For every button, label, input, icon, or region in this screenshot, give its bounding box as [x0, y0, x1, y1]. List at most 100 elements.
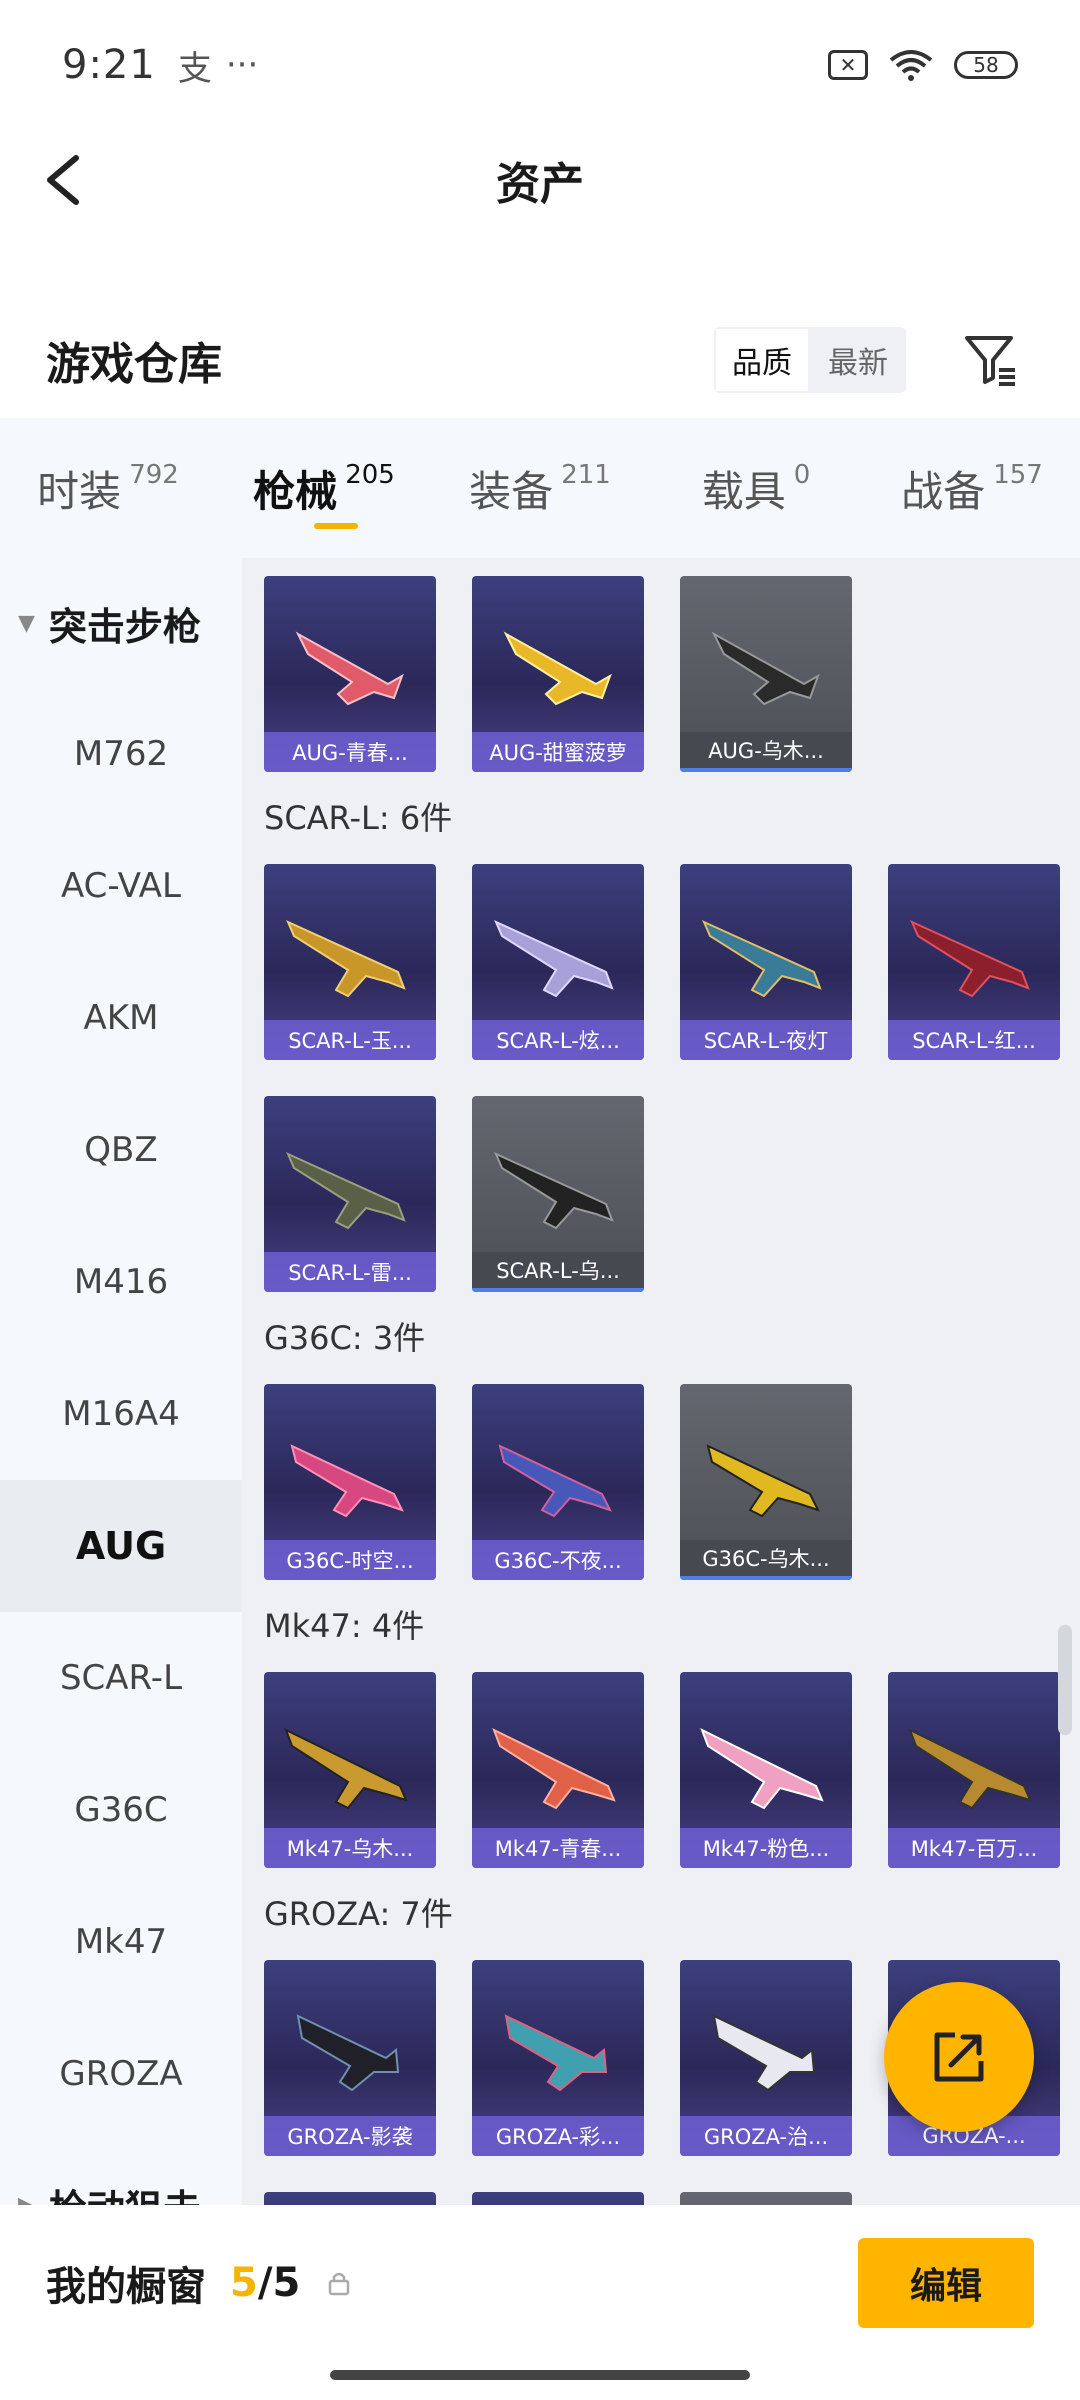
tab-count: 157 [993, 460, 1043, 490]
sidebar-item-aug[interactable]: AUG [0, 1480, 242, 1612]
filter-button[interactable] [958, 327, 1024, 393]
page-title: 资产 [496, 159, 584, 210]
edit-button[interactable]: 编辑 [858, 2237, 1034, 2328]
item-card[interactable]: SCAR-L-红... [888, 864, 1060, 1060]
item-card[interactable]: Mk47-青春... [472, 1672, 644, 1868]
item-card[interactable]: G36C-时空... [264, 1384, 436, 1580]
share-button[interactable] [884, 1982, 1034, 2132]
tab-count: 0 [793, 460, 811, 490]
item-card[interactable]: SCAR-L-夜灯 [680, 864, 852, 1060]
rifle-icon [504, 2014, 608, 2092]
sidebar-item-m416[interactable]: M416 [0, 1216, 242, 1348]
back-arrow-icon[interactable] [36, 150, 96, 210]
item-name: Mk47-粉色... [680, 1828, 852, 1868]
tab-count: 792 [129, 460, 179, 490]
sidebar-item-scar-l[interactable]: SCAR-L [0, 1612, 242, 1744]
rifle-icon [910, 920, 1030, 998]
section-label-groza: GROZA: 7件 [264, 1895, 453, 1933]
sort-toggle: 品质 最新 [714, 327, 906, 393]
sidebar-item-groza[interactable]: GROZA [0, 2008, 242, 2140]
chevron-down-icon: ▼ [18, 610, 35, 636]
item-name: GROZA-彩... [472, 2116, 644, 2156]
sidebar-item-qbz[interactable]: QBZ [0, 1084, 242, 1216]
item-name: SCAR-L-雷... [264, 1252, 436, 1292]
item-card[interactable]: AUG-青春... [264, 576, 436, 772]
weapon-type-sidebar: ▼ 突击步枪 M762 AC-VAL AKM QBZ M416 M16A4 AU… [0, 558, 242, 2208]
filter-icon [965, 336, 1015, 386]
tab-count: 205 [345, 460, 395, 490]
item-card[interactable]: Mk47-百万... [888, 1672, 1060, 1868]
item-name: AUG-乌木... [680, 732, 852, 772]
item-card[interactable]: G36C-不夜... [472, 1384, 644, 1580]
item-card[interactable]: GROZA-彩... [472, 1960, 644, 2156]
item-name: Mk47-青春... [472, 1828, 644, 1868]
tab-label: 装备 [469, 467, 554, 516]
scar-grid: SCAR-L-玉... SCAR-L-炫... SCAR-L-夜灯 SCAR-L… [242, 864, 1080, 1292]
rifle-icon [492, 1727, 616, 1810]
item-grid-area: AUG-青春... AUG-甜蜜菠萝 AUG-乌木... SCAR-L: 6件 … [242, 558, 1080, 2208]
rifle-icon [908, 1727, 1032, 1810]
item-name: SCAR-L-夜灯 [680, 1020, 852, 1060]
rifle-icon [494, 920, 614, 998]
top-header: 资产 [0, 130, 1080, 230]
rifle-icon [702, 920, 822, 998]
item-name: Mk47-乌木... [264, 1828, 436, 1868]
item-card[interactable]: GROZA-治... [680, 1960, 852, 2156]
rifle-icon [290, 1444, 404, 1518]
sidebar-item-ac-val[interactable]: AC-VAL [0, 820, 242, 952]
item-card[interactable]: AUG-乌木... [680, 576, 852, 772]
showcase-total: 5 [272, 2259, 301, 2306]
sidebar-group-label: 突击步枪 [48, 604, 201, 649]
rifle-icon [706, 1444, 820, 1518]
tab-count: 211 [561, 460, 611, 490]
item-name: GROZA-影袭 [264, 2116, 436, 2156]
tab-firearms[interactable]: 枪械 205 [216, 418, 432, 558]
sidebar-item-m762[interactable]: M762 [0, 688, 242, 820]
showcase-count: 5/5 [230, 2260, 300, 2306]
item-card[interactable]: SCAR-L-乌... [472, 1096, 644, 1292]
item-card[interactable]: Mk47-粉色... [680, 1672, 852, 1868]
item-card[interactable]: SCAR-L-炫... [472, 864, 644, 1060]
tab-outfits[interactable]: 时装 792 [0, 418, 216, 558]
status-time: 9:21 [62, 42, 156, 88]
more-notifications-icon: ··· [225, 45, 259, 85]
section-label-scar-l: SCAR-L: 6件 [264, 799, 453, 837]
category-tabs: 时装 792 枪械 205 装备 211 载具 0 战备 157 [0, 418, 1080, 558]
item-card[interactable]: SCAR-L-雷... [264, 1096, 436, 1292]
status-bar: 9:21 支 ··· ✕ 58 [0, 0, 1080, 130]
wifi-icon [889, 50, 933, 81]
sidebar-group-assault-rifles[interactable]: ▼ 突击步枪 [0, 558, 242, 688]
rifle-icon [295, 631, 404, 706]
home-indicator[interactable] [330, 2370, 750, 2380]
rifle-icon [700, 1727, 824, 1810]
item-card[interactable]: G36C-乌木... [680, 1384, 852, 1580]
g36c-grid: G36C-时空... G36C-不夜... G36C-乌木... [242, 1384, 1080, 1580]
sidebar-item-akm[interactable]: AKM [0, 952, 242, 1084]
item-card[interactable]: Mk47-乌木... [264, 1672, 436, 1868]
showcase-separator: / [257, 2259, 273, 2306]
item-name: AUG-甜蜜菠萝 [472, 732, 644, 772]
sidebar-item-g36c[interactable]: G36C [0, 1744, 242, 1876]
sort-newest-option[interactable]: 最新 [810, 327, 906, 393]
tab-vehicles[interactable]: 载具 0 [648, 418, 864, 558]
scrollbar[interactable] [1058, 1625, 1072, 1735]
showcase-bar: 我的橱窗 5/5 编辑 [0, 2205, 1080, 2360]
rifle-icon [284, 1727, 408, 1810]
item-name: AUG-青春... [264, 732, 436, 772]
mk47-grid: Mk47-乌木... Mk47-青春... Mk47-粉色... Mk47-百万… [242, 1672, 1080, 1868]
tab-equipment[interactable]: 装备 211 [432, 418, 648, 558]
item-card[interactable]: GROZA-影袭 [264, 1960, 436, 2156]
item-card[interactable]: SCAR-L-玉... [264, 864, 436, 1060]
tab-label: 时装 [37, 467, 122, 516]
sidebar-item-m16a4[interactable]: M16A4 [0, 1348, 242, 1480]
sidebar-item-mk47[interactable]: Mk47 [0, 1876, 242, 2008]
section-label-g36c: G36C: 3件 [264, 1319, 426, 1357]
sidebar-group-bolt-snipers[interactable]: ▶ 枪动狙击 [0, 2140, 242, 2209]
item-name: G36C-时空... [264, 1540, 436, 1580]
rifle-icon [494, 1152, 614, 1230]
tab-label: 枪械 [253, 467, 338, 516]
item-card[interactable]: AUG-甜蜜菠萝 [472, 576, 644, 772]
rifle-icon [286, 920, 406, 998]
tab-supplies[interactable]: 战备 157 [864, 418, 1080, 558]
sort-quality-option[interactable]: 品质 [714, 327, 810, 393]
